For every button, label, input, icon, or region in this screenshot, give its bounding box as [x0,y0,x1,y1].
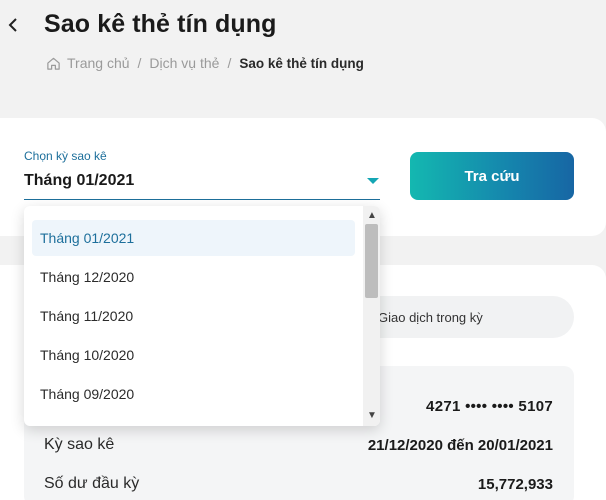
card-number: 4271 •••• •••• 5107 [426,398,553,415]
statement-period-label: Chọn kỳ sao kê [24,149,107,163]
opening-balance-row-value: 15,772,933 [477,476,553,493]
chevron-down-icon[interactable] [367,178,379,184]
breadcrumb-separator: / [137,55,142,71]
scroll-up-icon[interactable]: ▲ [367,210,377,221]
breadcrumb: Trang chủ / Dịch vụ thẻ / Sao kê thẻ tín… [46,55,364,71]
scrollbar-thumb[interactable] [365,224,378,298]
statement-period-select[interactable]: Tháng 01/2021 [24,172,134,190]
breadcrumb-separator: / [227,55,232,71]
scroll-down-icon[interactable]: ▼ [367,410,377,421]
opening-balance-row-label: Số dư đầu kỳ [44,475,140,492]
breadcrumb-current: Sao kê thẻ tín dụng [239,55,364,71]
statement-period-dropdown: Tháng 01/2021 Tháng 12/2020 Tháng 11/202… [24,206,380,426]
search-button[interactable]: Tra cứu [410,152,574,200]
dropdown-option[interactable]: Tháng 09/2020 [32,376,355,412]
statement-period-row-value: 21/12/2020 đến 20/01/2021 [367,437,553,454]
page-header: Sao kê thẻ tín dụng Trang chủ / Dịch vụ … [0,0,606,100]
page-title: Sao kê thẻ tín dụng [44,10,277,38]
home-icon[interactable] [46,56,61,71]
breadcrumb-card-services[interactable]: Dịch vụ thẻ [149,55,219,71]
dropdown-option[interactable]: Tháng 11/2020 [32,298,355,334]
tab-transactions-label: Giao dịch trong kỳ [378,310,483,325]
statement-period-row-label: Kỳ sao kê [44,436,115,453]
dropdown-option[interactable]: Tháng 01/2021 [32,220,355,256]
dropdown-option[interactable]: Tháng 10/2020 [32,337,355,373]
back-arrow-icon[interactable] [6,14,20,36]
breadcrumb-home[interactable]: Trang chủ [67,55,130,71]
dropdown-option[interactable]: Tháng 12/2020 [32,259,355,295]
select-underline [24,199,380,200]
